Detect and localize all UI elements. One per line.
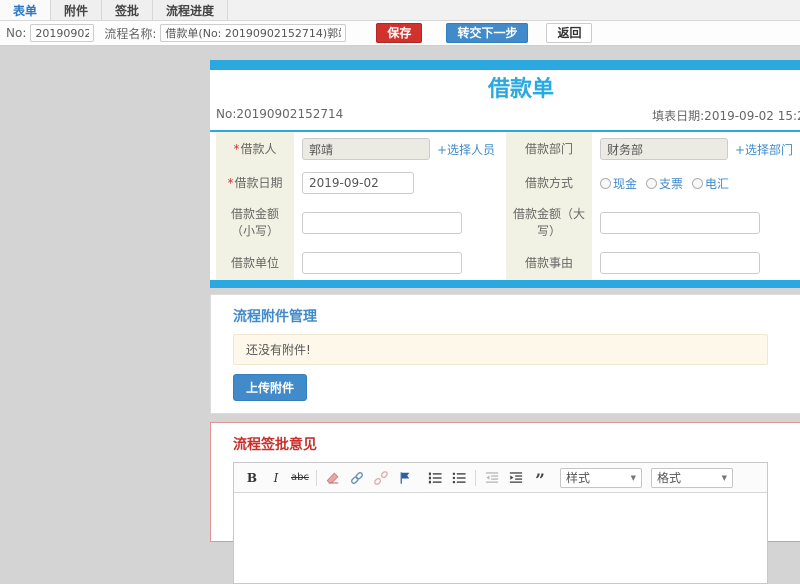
amount-upper-field [592,200,800,246]
form-table: *借款人 +选择人员 借款部门 +选择部门 *借款日期 借款方式 [216,132,800,280]
no-label: No: [6,26,27,40]
form-top-bar [210,60,800,70]
form-bottom-bar [210,280,800,288]
loan-unit-label: 借款单位 [216,246,294,280]
chevron-down-icon: ▼ [721,473,727,482]
toolbar-separator [475,469,476,486]
approval-panel-title: 流程签批意见 [233,437,317,453]
amount-upper-input[interactable] [600,212,760,234]
loan-reason-label: 借款事由 [506,246,592,280]
rich-text-editor: B I abc ” 样式 ▼ 格式 ▼ [233,462,768,584]
upload-attachment-button[interactable]: 上传附件 [233,374,308,401]
form-title: 借款单 [487,77,554,102]
department-field: +选择部门 [592,132,800,166]
main-content: 借款单 No:20190902152714 填表日期:2019-09-02 15… [210,60,800,584]
flow-name-label: 流程名称: [104,26,157,41]
tab-attachment[interactable]: 附件 [51,0,103,20]
ordered-list-icon[interactable] [424,467,446,489]
loan-unit-input[interactable] [302,252,462,274]
flow-name-input[interactable] [160,24,347,42]
bold-icon[interactable]: B [241,467,263,489]
radio-icon [600,177,611,189]
payment-method-radios: 现金 支票 电汇 [600,175,729,192]
payment-method-radio-wire[interactable]: 电汇 [692,175,729,192]
attachment-panel: 流程附件管理 还没有附件! 上传附件 [210,294,800,414]
amount-upper-label: 借款金额（大写） [506,200,592,246]
form-no-text: No:20190902152714 [216,107,344,121]
borrower-field: +选择人员 [294,132,506,166]
command-bar: No: 流程名称: 保存 转交下一步 返回 [0,21,800,46]
loan-reason-input[interactable] [600,252,760,274]
loan-reason-field [592,246,800,280]
department-input[interactable] [600,138,728,160]
editor-toolbar: B I abc ” 样式 ▼ 格式 ▼ [234,463,767,493]
borrower-input[interactable] [302,138,430,160]
styles-dropdown[interactable]: 样式 ▼ [560,467,642,488]
loan-date-field [294,166,506,200]
required-asterisk: * [233,141,240,156]
attachment-panel-title: 流程附件管理 [233,309,317,325]
chevron-down-icon: ▼ [630,473,636,482]
next-step-button[interactable]: 转交下一步 [446,23,529,43]
indent-icon[interactable] [505,467,527,489]
flow-no-input[interactable] [30,24,95,42]
loan-form-card: 借款单 No:20190902152714 填表日期:2019-09-02 15… [210,60,800,288]
method-label: 借款方式 [506,166,592,200]
format-dropdown[interactable]: 格式 ▼ [651,467,733,488]
unlink-icon[interactable] [370,467,392,489]
borrower-label: *借款人 [216,132,294,166]
outdent-icon[interactable] [481,467,503,489]
payment-method-radio-cash[interactable]: 现金 [600,175,637,192]
method-field: 现金 支票 电汇 [592,166,800,200]
payment-method-radio-cheque[interactable]: 支票 [646,175,683,192]
amount-lower-label: 借款金额（小写） [216,200,294,246]
approval-panel: 流程签批意见 B I abc ” 样式 ▼ 格式 ▼ [210,422,800,584]
tab-progress[interactable]: 流程进度 [153,0,229,20]
tab-bar: 表单 附件 签批 流程进度 [0,0,800,21]
loan-date-input[interactable] [302,172,414,194]
radio-icon [646,177,658,189]
blockquote-icon[interactable]: ” [529,467,551,491]
select-person-link[interactable]: +选择人员 [437,141,495,158]
form-meta-row: No:20190902152714 填表日期:2019-09-02 15:27:… [210,103,800,130]
amount-lower-field [294,200,506,246]
department-label: 借款部门 [506,132,592,166]
radio-icon [692,177,704,189]
italic-icon[interactable]: I [265,467,287,489]
save-button[interactable]: 保存 [376,23,423,43]
unordered-list-icon[interactable] [448,467,470,489]
select-department-link[interactable]: +选择部门 [735,141,793,158]
loan-unit-field [294,246,506,280]
anchor-flag-icon[interactable] [394,467,416,489]
strikethrough-icon[interactable]: abc [289,467,311,489]
required-asterisk: * [227,175,234,190]
tab-approval[interactable]: 签批 [102,0,154,20]
editor-content[interactable] [234,493,767,583]
link-icon[interactable] [346,467,368,489]
form-date-text: 填表日期:2019-09-02 15:27:1 [652,109,800,123]
back-button[interactable]: 返回 [546,23,593,43]
loan-date-label: *借款日期 [216,166,294,200]
no-attachment-alert: 还没有附件! [233,334,768,365]
amount-lower-input[interactable] [302,212,462,234]
toolbar-separator [316,469,317,486]
remove-format-icon[interactable] [322,467,344,489]
tab-form[interactable]: 表单 [0,0,52,20]
